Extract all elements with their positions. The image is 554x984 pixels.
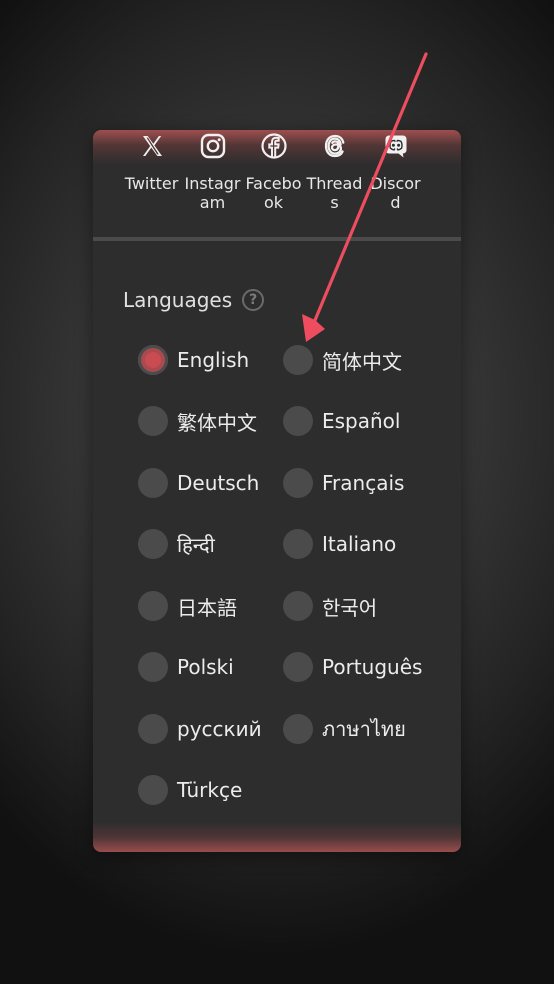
language-label: Türkçe [177, 778, 243, 802]
threads-icon [324, 134, 344, 158]
social-label-instagram: Instagram [184, 174, 241, 212]
social-label-discord: Discord [370, 174, 421, 212]
language-label: 한국어 [322, 595, 378, 620]
radio-unselected[interactable] [138, 775, 168, 805]
language-label: русский [177, 717, 262, 741]
panel-bottom-glow [93, 822, 461, 852]
language-label: Polski [177, 655, 234, 679]
language-option-english[interactable]: English [138, 343, 249, 377]
language-label: हिन्दी [177, 532, 215, 557]
section-divider [93, 237, 461, 241]
social-links-row: Twitter Instagram Facebook Threads Disco… [121, 130, 433, 212]
help-icon[interactable]: ? [242, 289, 265, 311]
social-label-twitter: Twitter [124, 174, 179, 193]
language-label: Español [322, 409, 401, 433]
social-facebook[interactable]: Facebook [243, 130, 304, 212]
language-option-korean[interactable]: 한국어 [283, 589, 377, 623]
language-label: Deutsch [177, 471, 260, 495]
language-label: 繁体中文 [177, 410, 257, 435]
radio-unselected[interactable] [138, 468, 168, 498]
language-option-french[interactable]: Français [283, 466, 404, 500]
instagram-icon [200, 133, 225, 159]
language-option-spanish[interactable]: Español [283, 404, 400, 438]
social-discord[interactable]: Discord [365, 130, 426, 212]
radio-unselected[interactable] [138, 714, 168, 744]
facebook-icon [260, 133, 287, 159]
language-label: Italiano [322, 532, 397, 556]
languages-title: Languages [123, 288, 233, 312]
language-label: English [177, 348, 250, 372]
radio-unselected[interactable] [138, 591, 168, 621]
language-label: ภาษาไทย [322, 717, 406, 741]
language-option-german[interactable]: Deutsch [138, 466, 259, 500]
language-option-turkish[interactable]: Türkçe [138, 773, 242, 807]
language-option-traditional-chinese[interactable]: 繁体中文 [138, 404, 257, 438]
language-option-hindi[interactable]: हिन्दी [138, 527, 215, 561]
radio-selected[interactable] [138, 345, 168, 375]
discord-icon [385, 135, 406, 158]
radio-unselected[interactable] [138, 652, 168, 682]
radio-unselected[interactable] [283, 714, 313, 744]
x-logo-icon [142, 136, 162, 156]
language-option-polish[interactable]: Polski [138, 650, 234, 684]
language-option-japanese[interactable]: 日本語 [138, 589, 237, 623]
radio-unselected[interactable] [283, 406, 313, 436]
social-threads[interactable]: Threads [304, 130, 365, 212]
language-label: Français [322, 471, 405, 495]
radio-unselected[interactable] [283, 345, 313, 375]
language-option-simplified-chinese[interactable]: 简体中文 [283, 343, 402, 377]
language-label: 日本語 [177, 595, 237, 620]
language-option-thai[interactable]: ภาษาไทย [283, 712, 406, 746]
language-option-italian[interactable]: Italiano [283, 527, 396, 561]
radio-unselected[interactable] [283, 529, 313, 559]
radio-unselected[interactable] [283, 652, 313, 682]
language-option-russian[interactable]: русский [138, 712, 262, 746]
social-label-threads: Threads [306, 174, 363, 212]
radio-unselected[interactable] [138, 406, 168, 436]
social-twitter[interactable]: Twitter [121, 130, 182, 210]
settings-panel: Twitter Instagram Facebook Threads Disco… [93, 130, 461, 852]
social-instagram[interactable]: Instagram [182, 130, 243, 212]
language-label: 简体中文 [322, 349, 402, 374]
languages-header: Languages ? [123, 286, 265, 314]
language-option-portuguese[interactable]: Português [283, 650, 422, 684]
radio-unselected[interactable] [283, 468, 313, 498]
radio-unselected[interactable] [138, 529, 168, 559]
social-label-facebook: Facebook [245, 174, 302, 212]
language-label: Português [322, 655, 423, 679]
radio-unselected[interactable] [283, 591, 313, 621]
